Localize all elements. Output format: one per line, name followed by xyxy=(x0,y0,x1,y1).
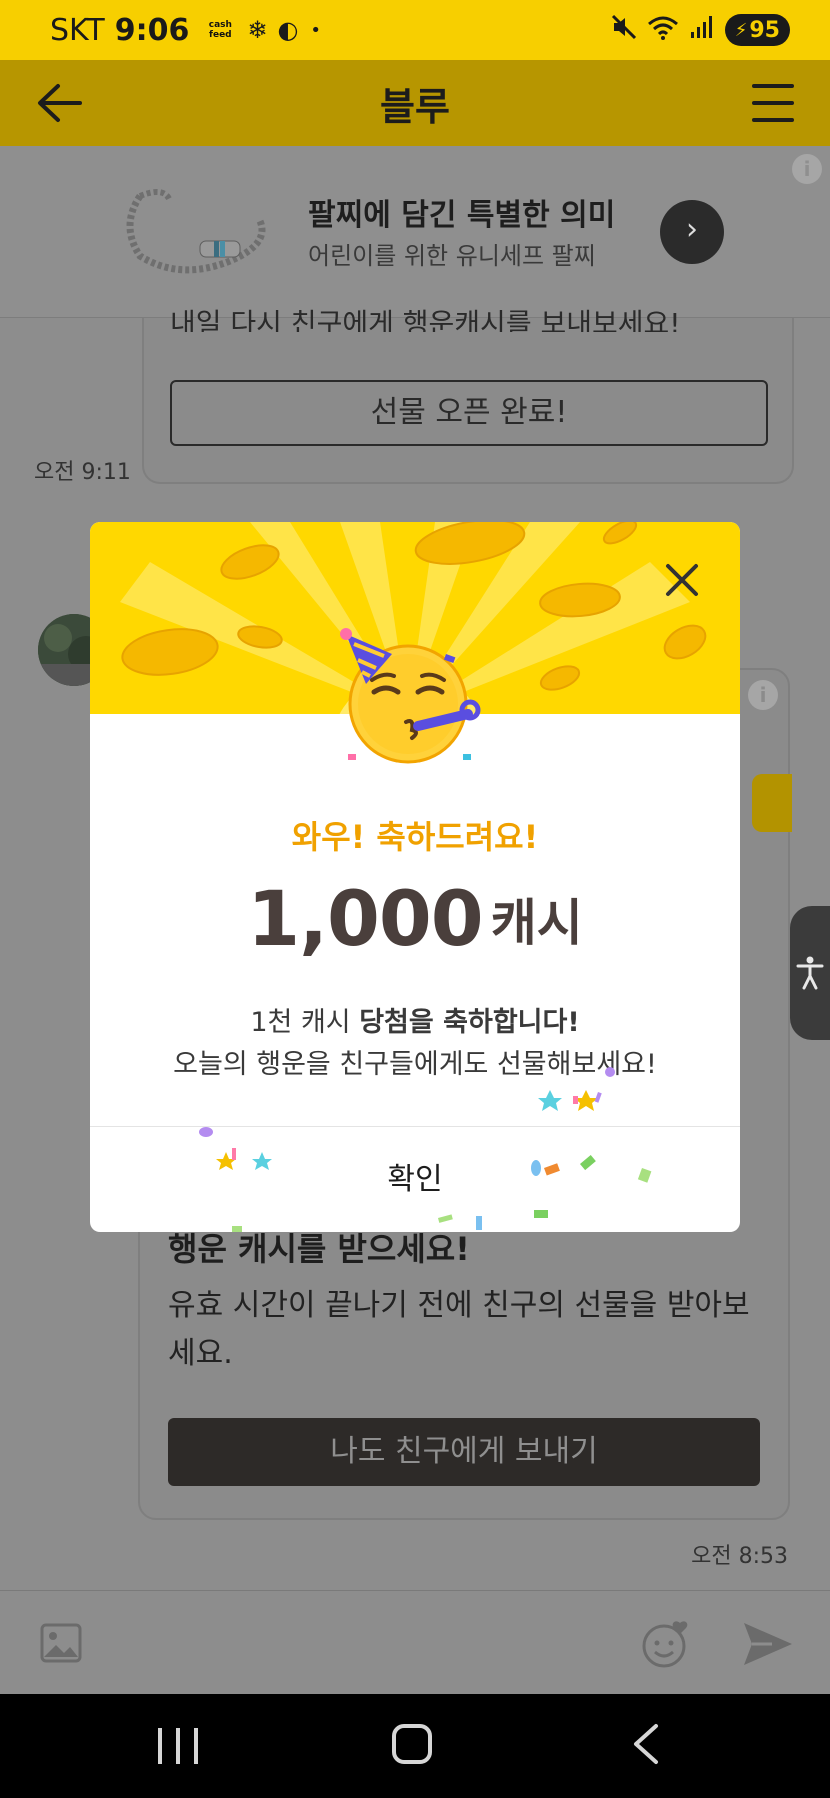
partying-face-icon xyxy=(328,614,488,774)
modal-headline: 와우! 축하드려요! xyxy=(291,818,539,856)
reward-amount-number: 1,000 xyxy=(247,874,483,963)
accessibility-icon[interactable] xyxy=(790,906,830,1040)
modal-divider xyxy=(90,1126,740,1127)
bubble1-partial-text: 내일 다시 친구에게 행운캐시를 보내보세요! xyxy=(170,307,681,332)
ad-title: 팔찌에 담긴 특별한 의미 xyxy=(308,198,616,233)
chevron-right-icon[interactable]: › xyxy=(660,200,724,264)
wifi-icon xyxy=(647,14,679,46)
mute-icon xyxy=(611,14,637,46)
more-notifications-icon: • xyxy=(310,19,322,41)
close-icon[interactable] xyxy=(660,558,704,602)
system-navigation-bar xyxy=(0,1694,830,1798)
hamburger-menu-icon[interactable] xyxy=(752,84,794,122)
ad-info-icon[interactable]: i xyxy=(792,154,822,184)
bubble-yellow-tab xyxy=(752,774,792,832)
modal-message: 1천 캐시 당첨을 축하합니다! 오늘의 행운을 친구들에게도 선물해보세요! xyxy=(90,1002,740,1086)
reward-amount: 1,000 캐시 xyxy=(90,874,740,963)
reward-modal: 와우! 축하드려요! 1,000 캐시 1천 캐시 당첨을 축하합니다! 오늘의 … xyxy=(90,522,740,1232)
send-to-friend-button[interactable]: 나도 친구에게 보내기 xyxy=(168,1418,760,1486)
modal-message-line1: 1천 캐시 당첨을 축하합니다! xyxy=(90,1002,740,1044)
message-prefix: 1천 캐시 xyxy=(250,1007,360,1038)
message-timestamp: 오전 9:11 xyxy=(34,460,131,485)
bracelet-image xyxy=(110,166,280,286)
back-chevron-icon[interactable] xyxy=(626,1722,666,1766)
message-timestamp-2: 오전 8:53 xyxy=(691,1544,788,1569)
modal-message-line2: 오늘의 행운을 친구들에게도 선물해보세요! xyxy=(173,1049,657,1080)
ad-banner[interactable]: i 팔찌에 담긴 특별한 의미 어린이를 위한 유니세프 팔찌 › xyxy=(0,146,830,318)
gift-open-complete-button[interactable]: 선물 오픈 완료! xyxy=(170,380,768,446)
app-bar: 블루 xyxy=(0,60,830,146)
cashfeed-icon-text-1: cash xyxy=(208,20,232,30)
status-right-group: ⚡ 95 xyxy=(611,14,790,46)
gallery-icon[interactable] xyxy=(40,1623,82,1663)
cashfeed-icon-text-2: feed xyxy=(209,30,232,40)
info-icon[interactable]: i xyxy=(748,680,778,710)
chat-title: 블루 xyxy=(380,84,450,129)
charging-bolt-icon: ⚡ xyxy=(734,19,748,41)
status-bar: SKT 9:06 cash feed ❄ ◐ • ⚡ 95 xyxy=(0,0,830,60)
message-input-bar xyxy=(0,1590,830,1694)
carrier-label: SKT xyxy=(50,12,105,48)
reward-amount-unit: 캐시 xyxy=(490,893,583,952)
ad-subtitle: 어린이를 위한 유니세프 팔찌 xyxy=(308,242,596,270)
home-icon[interactable] xyxy=(392,1724,432,1764)
confirm-button[interactable]: 확인 xyxy=(90,1128,740,1232)
clock: 9:06 xyxy=(114,12,190,48)
signal-icon xyxy=(689,14,715,46)
app-notification-icon: ❄ xyxy=(247,16,268,44)
arrow-left-icon[interactable] xyxy=(36,82,84,124)
battery-level: 95 xyxy=(749,17,780,43)
recent-apps-icon[interactable] xyxy=(158,1728,198,1764)
bubble2-body: 유효 시간이 끝나기 전에 친구의 선물을 받아보세요. xyxy=(168,1288,750,1371)
emoji-icon[interactable] xyxy=(640,1619,692,1669)
talk-notification-icon: ◐ xyxy=(277,16,299,44)
battery-indicator: ⚡ 95 xyxy=(724,14,790,46)
send-icon[interactable] xyxy=(742,1621,794,1667)
chat-bubble-gift-opened: 내일 다시 친구에게 행운캐시를 보내보세요! 선물 오픈 완료! xyxy=(142,307,794,484)
cashfeed-icon: cash feed xyxy=(203,18,237,42)
message-bold: 당첨을 축하합니다! xyxy=(359,1007,580,1038)
